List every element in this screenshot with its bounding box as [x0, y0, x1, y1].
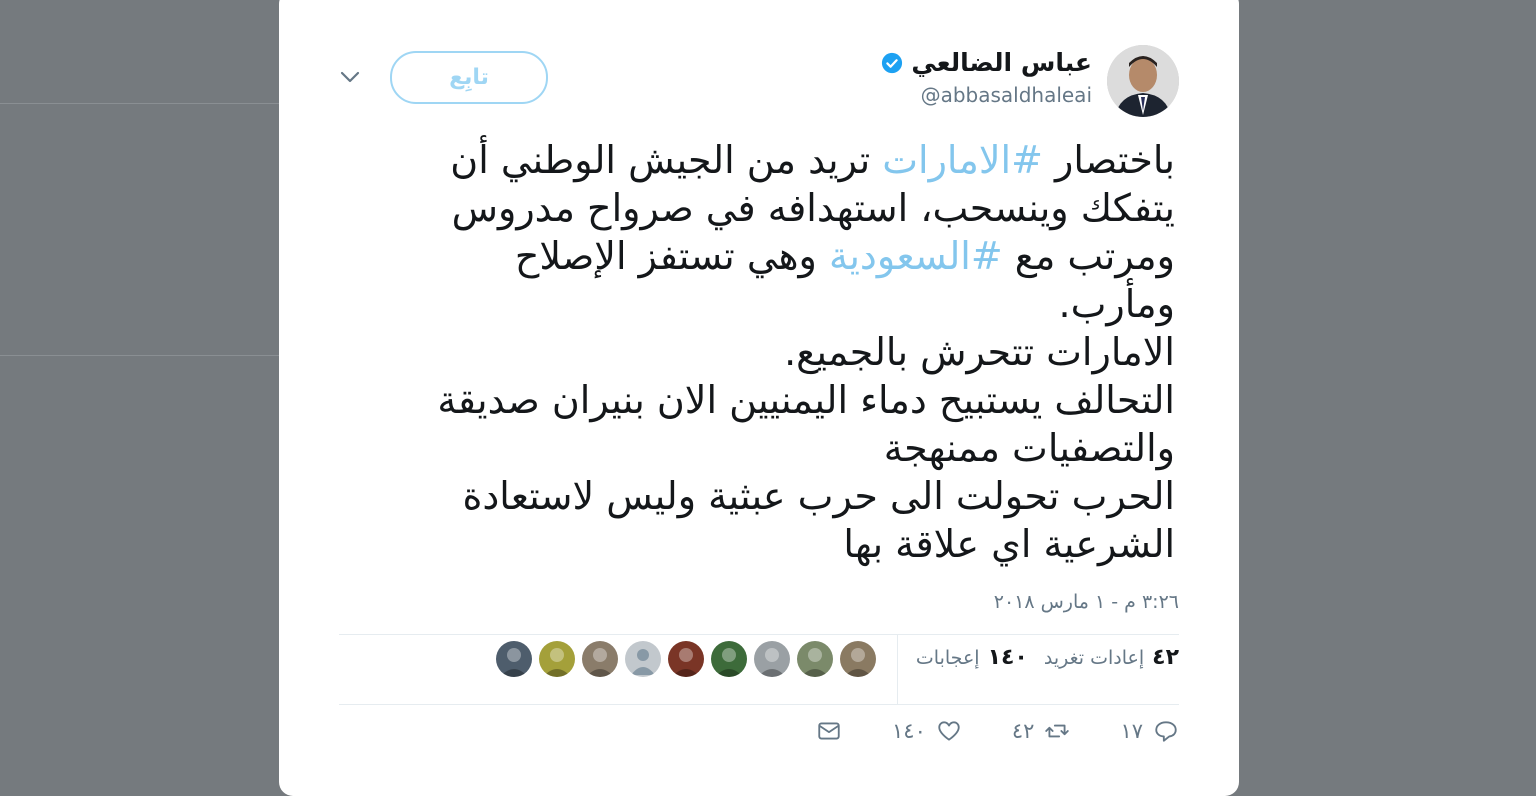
reply-count: ١٧	[1120, 719, 1143, 743]
liker-avatar-1[interactable]	[840, 641, 876, 677]
retweets-label: إعادات تغريد	[1043, 646, 1145, 669]
liker-avatar-7[interactable]	[582, 641, 618, 677]
stats-divider-top	[339, 634, 1179, 635]
likes-count: ١٤٠	[987, 645, 1028, 670]
author-handle[interactable]: @abbasaldhaleai	[921, 83, 1092, 107]
liker-avatar-2[interactable]	[797, 641, 833, 677]
liker-avatar-8[interactable]	[539, 641, 575, 677]
tweet-line: باختصار #الامارات تريد من الجيش الوطني أ…	[450, 138, 1175, 182]
direct-message-button[interactable]	[816, 718, 842, 744]
author-avatar-image	[1107, 45, 1179, 117]
liker-avatars	[496, 641, 876, 677]
verified-badge-icon	[882, 52, 903, 73]
liker-avatar-4[interactable]	[711, 641, 747, 677]
tweet-line: الامارات تتحرش بالجميع.	[784, 330, 1175, 374]
tweet-line: يتفكك وينسحب، استهدافه في صرواح مدروس	[451, 186, 1175, 230]
tweet-line: ومأرب.	[1058, 282, 1176, 326]
author-name-row: عباس الضالعي	[881, 48, 1092, 77]
liker-avatar-5[interactable]	[668, 641, 704, 677]
heart-icon	[938, 721, 960, 741]
tweet-actions: ١٧ ٤٢ ١٤٠	[766, 718, 1179, 744]
tweet-timestamp[interactable]: ٣:٢٦ م - ١ مارس ٢٠١٨	[994, 591, 1179, 613]
stats-separator	[897, 635, 898, 705]
retweets-count: ٤٢	[1152, 645, 1179, 670]
reply-button[interactable]: ١٧	[1120, 718, 1179, 744]
retweet-count: ٤٢	[1011, 719, 1035, 743]
retweet-button[interactable]: ٤٢	[1012, 718, 1071, 744]
retweet-icon	[1045, 724, 1070, 738]
tweet-line: الشرعية اي علاقة بها	[843, 522, 1175, 566]
stats-divider-bottom	[339, 704, 1179, 705]
default-avatar-icon[interactable]	[625, 641, 661, 677]
retweets-stat[interactable]: ٤٢ إعادات تغريد	[1044, 645, 1179, 670]
hashtag-link[interactable]: #السعودية	[829, 234, 1003, 278]
author-avatar[interactable]	[1107, 45, 1179, 117]
chevron-down-icon[interactable]	[339, 66, 361, 88]
tweet-line: والتصفيات ممنهجة	[883, 426, 1175, 470]
tweet-line: ومرتب مع #السعودية وهي تستفز الإصلاح	[514, 234, 1175, 278]
like-count: ١٤٠	[892, 719, 926, 743]
reply-icon	[1155, 721, 1177, 742]
backdrop-divider	[0, 355, 279, 356]
follow-button[interactable]: تابِع	[390, 51, 548, 104]
hashtag-link[interactable]: #الامارات	[882, 138, 1043, 182]
liker-avatar-9[interactable]	[496, 641, 532, 677]
liker-avatar-3[interactable]	[754, 641, 790, 677]
tweet-text: باختصار #الامارات تريد من الجيش الوطني أ…	[355, 136, 1175, 568]
likes-label: إعجابات	[915, 646, 980, 669]
tweet-stats: ٤٢ إعادات تغريد ١٤٠ إعجابات	[900, 645, 1179, 670]
backdrop-divider	[0, 103, 279, 104]
tweet-line: التحالف يستبيح دماء اليمنيين الان بنيران…	[437, 378, 1175, 422]
envelope-icon	[818, 722, 840, 740]
likes-stat[interactable]: ١٤٠ إعجابات	[916, 645, 1028, 670]
author-name[interactable]: عباس الضالعي	[911, 48, 1092, 77]
tweet-line: الحرب تحولت الى حرب عبثية وليس لاستعادة	[462, 474, 1175, 518]
tweet-card: عباس الضالعي @abbasaldhaleai تابِع باختص…	[279, 0, 1239, 796]
like-button[interactable]: ١٤٠	[892, 718, 962, 744]
